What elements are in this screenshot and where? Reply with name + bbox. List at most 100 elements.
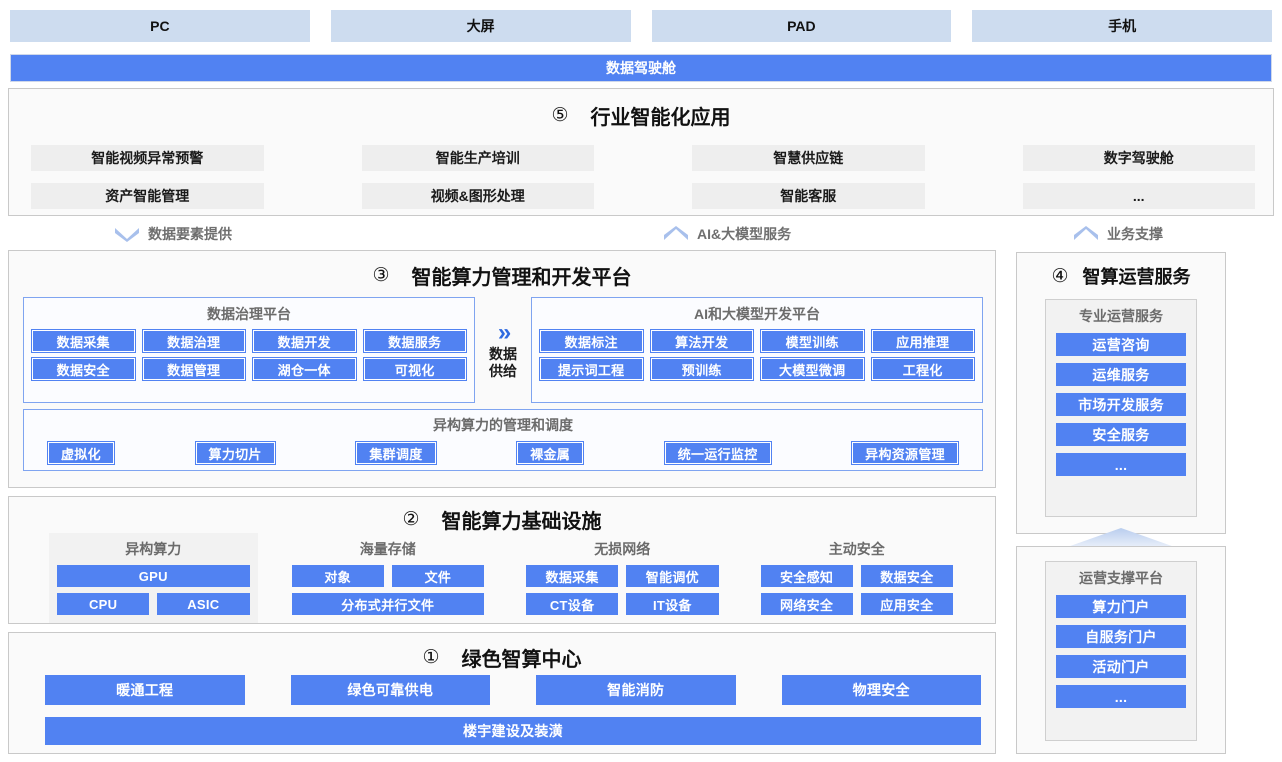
infra-group-compute: 异构算力 GPU CPU ASIC xyxy=(49,533,258,623)
infra-chip[interactable]: 数据采集 xyxy=(526,565,618,587)
device-tab-pad[interactable]: PAD xyxy=(652,10,952,42)
platform-chip[interactable]: 应用推理 xyxy=(872,330,975,352)
infra-chip[interactable]: 智能调优 xyxy=(626,565,718,587)
app-item[interactable]: 智能客服 xyxy=(692,183,925,209)
datacenter-chip[interactable]: 物理安全 xyxy=(782,675,982,705)
ops-chip[interactable]: 活动门户 xyxy=(1056,655,1186,678)
device-tab-mobile[interactable]: 手机 xyxy=(972,10,1272,42)
section-number-5: ⑤ xyxy=(551,106,568,125)
device-tab-large-screen[interactable]: 大屏 xyxy=(331,10,631,42)
platform-chip[interactable]: 数据开发 xyxy=(253,330,356,352)
application-grid: 智能视频异常预警 智能生产培训 智慧供应链 数字驾驶舱 资产智能管理 视频&图形… xyxy=(31,145,1255,209)
platform-chip[interactable]: 数据服务 xyxy=(364,330,467,352)
infra-chip[interactable]: GPU xyxy=(57,565,250,587)
data-governance-platform: 数据治理平台 数据采集 数据治理 数据开发 数据服务 数据安全 数据管理 湖仓一… xyxy=(23,297,475,403)
platform-chip[interactable]: 预训练 xyxy=(651,358,754,380)
heterogeneous-scheduling-panel: 异构算力的管理和调度 虚拟化 算力切片 集群调度 裸金属 统一运行监控 异构资源… xyxy=(23,409,983,471)
ops-chip[interactable]: 运维服务 xyxy=(1056,363,1186,386)
infra-chip[interactable]: CPU xyxy=(57,593,149,615)
chip-row: 提示词工程 预训练 大模型微调 工程化 xyxy=(540,358,974,380)
ops-chip[interactable]: 运营咨询 xyxy=(1056,333,1186,356)
ops-chip[interactable]: ... xyxy=(1056,453,1186,476)
infra-chip[interactable]: CT设备 xyxy=(526,593,618,615)
group-title: 数据治理平台 xyxy=(32,304,466,324)
section-green-datacenter: ① 绿色智算中心 暖通工程 绿色可靠供电 智能消防 物理安全 楼宇建设及装潢 xyxy=(8,632,996,754)
data-cockpit-bar[interactable]: 数据驾驶舱 xyxy=(10,54,1272,82)
infra-chip[interactable]: 文件 xyxy=(392,565,484,587)
group-title: 主动安全 xyxy=(761,539,954,559)
app-item[interactable]: ... xyxy=(1023,183,1256,209)
platform-chip[interactable]: 湖仓一体 xyxy=(253,358,356,380)
platform-chip[interactable]: 模型训练 xyxy=(761,330,864,352)
hetero-chip[interactable]: 虚拟化 xyxy=(48,442,114,464)
section-title-platform: ③ 智能算力管理和开发平台 xyxy=(9,261,995,290)
infra-chip[interactable]: IT设备 xyxy=(626,593,718,615)
hetero-chip[interactable]: 异构资源管理 xyxy=(852,442,958,464)
app-item[interactable]: 数字驾驶舱 xyxy=(1023,145,1256,171)
group-title: 异构算力的管理和调度 xyxy=(34,415,972,435)
device-tab-pc[interactable]: PC xyxy=(10,10,310,42)
app-item[interactable]: 资产智能管理 xyxy=(31,183,264,209)
chip-row: CPU ASIC xyxy=(57,593,250,615)
section-operations-services: ④ 智算运营服务 专业运营服务 运营咨询 运维服务 市场开发服务 安全服务 ..… xyxy=(1016,252,1226,534)
section-title-text: 智能算力管理和开发平台 xyxy=(412,261,632,290)
chip-row: 虚拟化 算力切片 集群调度 裸金属 统一运行监控 异构资源管理 xyxy=(34,442,972,464)
ops-chip[interactable]: 市场开发服务 xyxy=(1056,393,1186,416)
app-item[interactable]: 智能生产培训 xyxy=(362,145,595,171)
connector-label: AI&大模型服务 xyxy=(697,224,791,244)
section-title-datacenter: ① 绿色智算中心 xyxy=(9,643,995,672)
device-tab-label: 手机 xyxy=(1108,16,1136,36)
ops-chip[interactable]: 自服务门户 xyxy=(1056,625,1186,648)
section-number-2: ② xyxy=(402,510,419,529)
infra-chip[interactable]: ASIC xyxy=(157,593,249,615)
ai-model-platform: AI和大模型开发平台 数据标注 算法开发 模型训练 应用推理 提示词工程 预训练… xyxy=(531,297,983,403)
platform-chip[interactable]: 数据标注 xyxy=(540,330,643,352)
chevron-up-icon xyxy=(663,226,689,242)
hetero-chip[interactable]: 裸金属 xyxy=(517,442,583,464)
platform-chip[interactable]: 可视化 xyxy=(364,358,467,380)
platform-chip[interactable]: 大模型微调 xyxy=(761,358,864,380)
double-chevron-right-icon: » xyxy=(498,321,508,345)
architecture-diagram: PC 大屏 PAD 手机 数据驾驶舱 ⑤ 行业智能化应用 智能视频异常预警 智能… xyxy=(0,0,1282,762)
infra-chip[interactable]: 分布式并行文件 xyxy=(292,593,485,615)
hetero-chip[interactable]: 统一运行监控 xyxy=(665,442,771,464)
chip-row: 安全感知 数据安全 xyxy=(761,565,954,587)
chip-row: 网络安全 应用安全 xyxy=(761,593,954,615)
platform-chip[interactable]: 数据治理 xyxy=(143,330,246,352)
ops-chip[interactable]: 算力门户 xyxy=(1056,595,1186,618)
ops-chip[interactable]: 安全服务 xyxy=(1056,423,1186,446)
infra-chip[interactable]: 应用安全 xyxy=(861,593,953,615)
connector-label: 数据要素提供 xyxy=(148,224,232,244)
app-item[interactable]: 视频&图形处理 xyxy=(362,183,595,209)
infra-chip[interactable]: 安全感知 xyxy=(761,565,853,587)
datacenter-building-chip[interactable]: 楼宇建设及装潢 xyxy=(45,717,981,745)
group-title: 专业运营服务 xyxy=(1056,306,1186,326)
app-item[interactable]: 智能视频异常预警 xyxy=(31,145,264,171)
ops-chip[interactable]: ... xyxy=(1056,685,1186,708)
platform-chip[interactable]: 工程化 xyxy=(872,358,975,380)
datacenter-chip[interactable]: 绿色可靠供电 xyxy=(291,675,491,705)
group-title: 海量存储 xyxy=(292,539,485,559)
platform-chip[interactable]: 提示词工程 xyxy=(540,358,643,380)
platform-chip[interactable]: 数据管理 xyxy=(143,358,246,380)
supply-label-line2: 供给 xyxy=(489,363,517,379)
hetero-chip[interactable]: 集群调度 xyxy=(356,442,435,464)
platform-chip[interactable]: 数据安全 xyxy=(32,358,135,380)
section-title-text: 行业智能化应用 xyxy=(591,101,731,130)
infra-chip[interactable]: 网络安全 xyxy=(761,593,853,615)
platform-row: 数据治理平台 数据采集 数据治理 数据开发 数据服务 数据安全 数据管理 湖仓一… xyxy=(23,297,983,403)
hetero-chip[interactable]: 算力切片 xyxy=(196,442,275,464)
datacenter-chip[interactable]: 暖通工程 xyxy=(45,675,245,705)
section-number-4: ④ xyxy=(1051,267,1068,286)
platform-chip[interactable]: 数据采集 xyxy=(32,330,135,352)
infra-chip[interactable]: 数据安全 xyxy=(861,565,953,587)
infra-chip[interactable]: 对象 xyxy=(292,565,384,587)
infra-group-storage: 海量存储 对象 文件 分布式并行文件 xyxy=(284,533,493,623)
datacenter-chip[interactable]: 智能消防 xyxy=(536,675,736,705)
platform-chip[interactable]: 算法开发 xyxy=(651,330,754,352)
group-title: AI和大模型开发平台 xyxy=(540,304,974,324)
section-number-1: ① xyxy=(422,648,439,667)
app-item[interactable]: 智慧供应链 xyxy=(692,145,925,171)
group-title: 运营支撑平台 xyxy=(1056,568,1186,588)
operations-support-box: 运营支撑平台 算力门户 自服务门户 活动门户 ... xyxy=(1045,561,1197,741)
